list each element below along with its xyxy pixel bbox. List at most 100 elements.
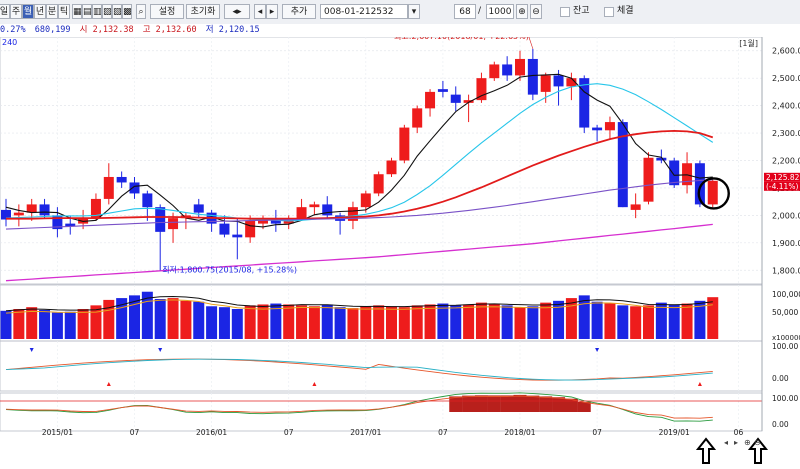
volume-bar <box>475 302 487 339</box>
candle-body <box>129 182 140 194</box>
indicator2-line-a <box>5 392 713 422</box>
indicator2-tick-label: 100.00 <box>772 394 798 403</box>
candle-body <box>168 218 179 230</box>
volume-bar <box>398 307 410 339</box>
macd-histogram-bar <box>500 395 514 412</box>
volume-bar <box>655 302 667 339</box>
up-arrow-marker <box>695 437 717 464</box>
price-tick-label: 2,400.00 <box>772 102 800 111</box>
macd-histogram-bar <box>577 402 591 412</box>
indicator2-line-b <box>5 395 713 419</box>
scroll-left-icon[interactable]: ◂ <box>724 438 728 447</box>
period-day-button[interactable]: 일 <box>0 4 10 19</box>
line-icon[interactable]: ▨ <box>102 4 112 19</box>
volume-bar <box>463 304 475 339</box>
volume-bar <box>707 297 719 339</box>
sell-signal-arrow <box>29 348 34 352</box>
grid-icon[interactable]: ▦ <box>72 4 82 19</box>
candle-body <box>13 212 24 216</box>
candle-body <box>26 204 37 213</box>
balance-checkbox[interactable] <box>560 7 570 17</box>
count-total: 1000 <box>486 4 514 19</box>
candle-body <box>296 207 307 219</box>
candle-body <box>245 220 256 238</box>
volume-bar <box>360 306 372 339</box>
period-label: [1월] <box>739 38 758 48</box>
scroll-right-icon[interactable]: ▸ <box>734 438 738 447</box>
zoom-in-icon[interactable]: ⊕ <box>744 438 751 447</box>
volume-bar <box>257 304 269 339</box>
current-change-label: (-4.11%) <box>766 182 798 191</box>
grid-alt-icon[interactable]: ▤ <box>82 4 92 19</box>
zoom-icon[interactable]: ⌕ <box>136 4 146 19</box>
candle-body <box>476 78 487 101</box>
macd-histogram-bar <box>474 395 488 412</box>
volume-bar <box>501 305 513 339</box>
buy-signal-arrow <box>697 382 702 386</box>
date-input[interactable]: 008-01-212532 <box>320 4 408 19</box>
volume-bar <box>218 307 230 339</box>
volume-bar <box>617 305 629 339</box>
candle-body <box>489 64 500 79</box>
zoom-out-icon[interactable]: ⊖ <box>754 438 761 447</box>
candle-body <box>669 160 680 186</box>
volume-bar <box>386 306 397 339</box>
bar-icon[interactable]: ▥ <box>92 4 102 19</box>
count-input[interactable]: 68 <box>454 4 476 19</box>
next-icon[interactable]: ▸ <box>266 4 278 19</box>
volume-bar <box>206 306 218 339</box>
candle-body <box>604 122 615 131</box>
reset-button[interactable]: 초기화 <box>186 4 220 19</box>
macd-histogram-bar <box>462 395 476 412</box>
add-button[interactable]: 추가 <box>282 4 316 19</box>
price-tick-label: 1,900.00 <box>772 239 800 248</box>
volume-bar <box>565 298 577 339</box>
macd-histogram-bar <box>539 396 553 412</box>
date-tick-label: 2015/01 <box>42 428 73 437</box>
nav-arrows-icon[interactable]: ◂▸ <box>224 4 250 19</box>
chart-svg[interactable]: 2,600.00 2,500.00 2,400.00 2,300.00 2,200.00… <box>0 31 800 466</box>
volume-bar <box>643 305 654 339</box>
period-month-button[interactable]: 월 <box>22 4 34 19</box>
dropdown-icon[interactable]: ▾ <box>408 4 420 19</box>
volume-bar <box>231 309 243 339</box>
low-annotation: 최저:1,800.75(2015/08, +15.28%) <box>162 264 297 274</box>
macd-histogram-bar <box>513 394 527 412</box>
candle-icon[interactable]: ▩ <box>122 4 132 19</box>
date-tick-label: 07 <box>284 428 294 437</box>
candle-body <box>232 234 243 238</box>
volume-bar <box>437 303 449 339</box>
period-week-button[interactable]: 주 <box>10 4 22 19</box>
candle-body <box>155 207 166 232</box>
change-percent: 0.27% <box>0 25 26 35</box>
high-annotation-leader <box>528 36 534 49</box>
candle-body <box>425 91 436 109</box>
volume-bar <box>77 309 89 339</box>
area-icon[interactable]: ▧ <box>112 4 122 19</box>
period-year-button[interactable]: 년 <box>34 4 46 19</box>
volume-bar <box>296 305 308 339</box>
candle-body <box>643 157 654 202</box>
zoom-in-icon[interactable]: ⊕ <box>516 4 528 19</box>
volume-bar <box>51 312 63 339</box>
date-tick-label: 06 <box>734 428 744 437</box>
chart-area[interactable]: 2,600.00 2,500.00 2,400.00 2,300.00 2,200.00… <box>0 31 800 466</box>
date-tick-label: 2016/01 <box>196 428 227 437</box>
settings-button[interactable]: 설정 <box>150 4 184 19</box>
period-minute-button[interactable]: 분 <box>46 4 58 19</box>
candle-body <box>502 64 513 76</box>
prev-icon[interactable]: ◂ <box>254 4 266 19</box>
date-tick-label: 2017/01 <box>350 428 381 437</box>
period-tick-button[interactable]: 틱 <box>58 4 70 19</box>
volume-bar <box>488 303 500 339</box>
volume-bar <box>167 298 179 339</box>
candle-body <box>386 160 397 175</box>
volume-bar <box>308 306 320 339</box>
trade-checkbox[interactable] <box>604 7 614 17</box>
zoom-out-icon[interactable]: ⊖ <box>530 4 542 19</box>
buy-signal-arrow <box>106 382 111 386</box>
volume-tick-label: 100,000 <box>772 290 800 299</box>
sell-signal-arrow <box>158 348 163 352</box>
volume-bar <box>283 304 295 339</box>
candle-body <box>656 157 667 161</box>
